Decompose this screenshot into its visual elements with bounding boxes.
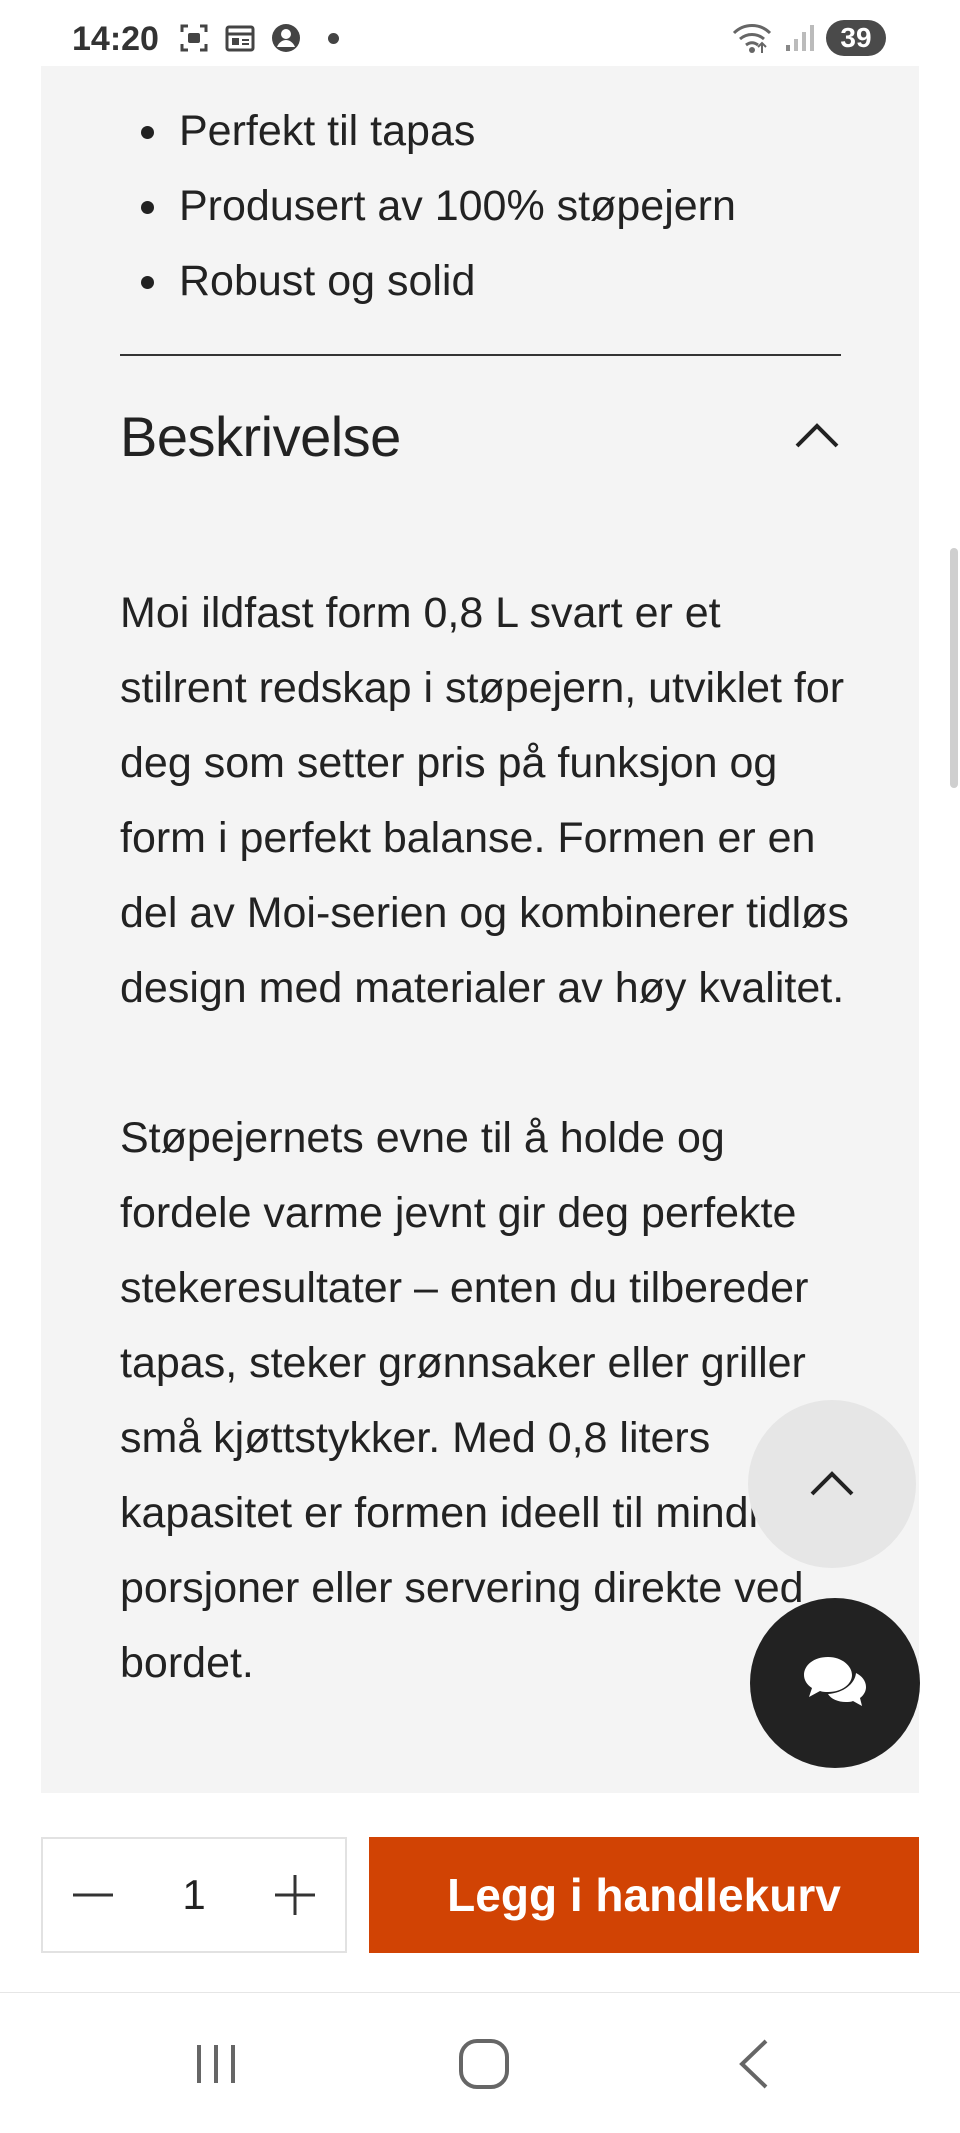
wifi-icon [732, 24, 772, 53]
recent-apps-icon [197, 2045, 235, 2083]
chat-bubbles-icon [804, 1657, 866, 1706]
description-accordion-header[interactable]: Beskrivelse [120, 396, 841, 476]
description-paragraph: Støpejernets evne til å holde og fordele… [120, 1114, 809, 1687]
recent-apps-button[interactable] [171, 2024, 261, 2104]
back-button[interactable] [709, 2024, 799, 2104]
status-icons-left [178, 22, 339, 54]
feature-item: Robust og solid [141, 244, 736, 319]
calendar-icon [225, 25, 255, 52]
chevron-up-icon [810, 1471, 854, 1496]
increase-quantity-button[interactable] [245, 1839, 345, 1951]
add-to-cart-button[interactable]: Legg i handlekurv [369, 1837, 919, 1953]
battery-indicator: 39 [826, 20, 886, 56]
page-scrollbar[interactable] [950, 548, 958, 788]
feature-item: Perfekt til tapas [141, 94, 736, 169]
back-icon [739, 2039, 768, 2089]
signal-icon [786, 25, 814, 51]
scroll-to-top-button[interactable] [748, 1400, 916, 1568]
description-text: Moi ildfast form 0,8 L svart er et stilr… [120, 576, 850, 1776]
home-button[interactable] [439, 2024, 529, 2104]
notification-dot-icon [328, 32, 339, 44]
purchase-bar: 1 Legg i handlekurv [0, 1793, 960, 1993]
bar-divider [0, 1992, 960, 1993]
feature-list: Perfekt til tapas Produsert av 100% støp… [141, 94, 736, 319]
account-icon [272, 24, 300, 52]
screenshot-icon [180, 24, 208, 52]
status-icons-right: 39 [732, 20, 886, 56]
section-title: Beskrivelse [120, 404, 401, 468]
description-paragraph: Moi ildfast form 0,8 L svart er et stilr… [120, 589, 849, 1012]
section-divider [120, 354, 841, 356]
chat-button[interactable] [750, 1598, 920, 1768]
quantity-value[interactable]: 1 [182, 1871, 205, 1919]
decrease-quantity-button[interactable] [43, 1839, 143, 1951]
status-time: 14:20 [72, 20, 159, 58]
feature-item: Produsert av 100% støpejern [141, 169, 736, 244]
status-bar: 14:20 39 [0, 0, 960, 72]
navigation-bar [0, 1994, 960, 2133]
quantity-stepper: 1 [41, 1837, 347, 1953]
minus-icon [73, 1893, 113, 1897]
home-icon [459, 2039, 509, 2089]
plus-icon [274, 1875, 315, 1915]
chevron-up-icon[interactable] [793, 412, 841, 460]
